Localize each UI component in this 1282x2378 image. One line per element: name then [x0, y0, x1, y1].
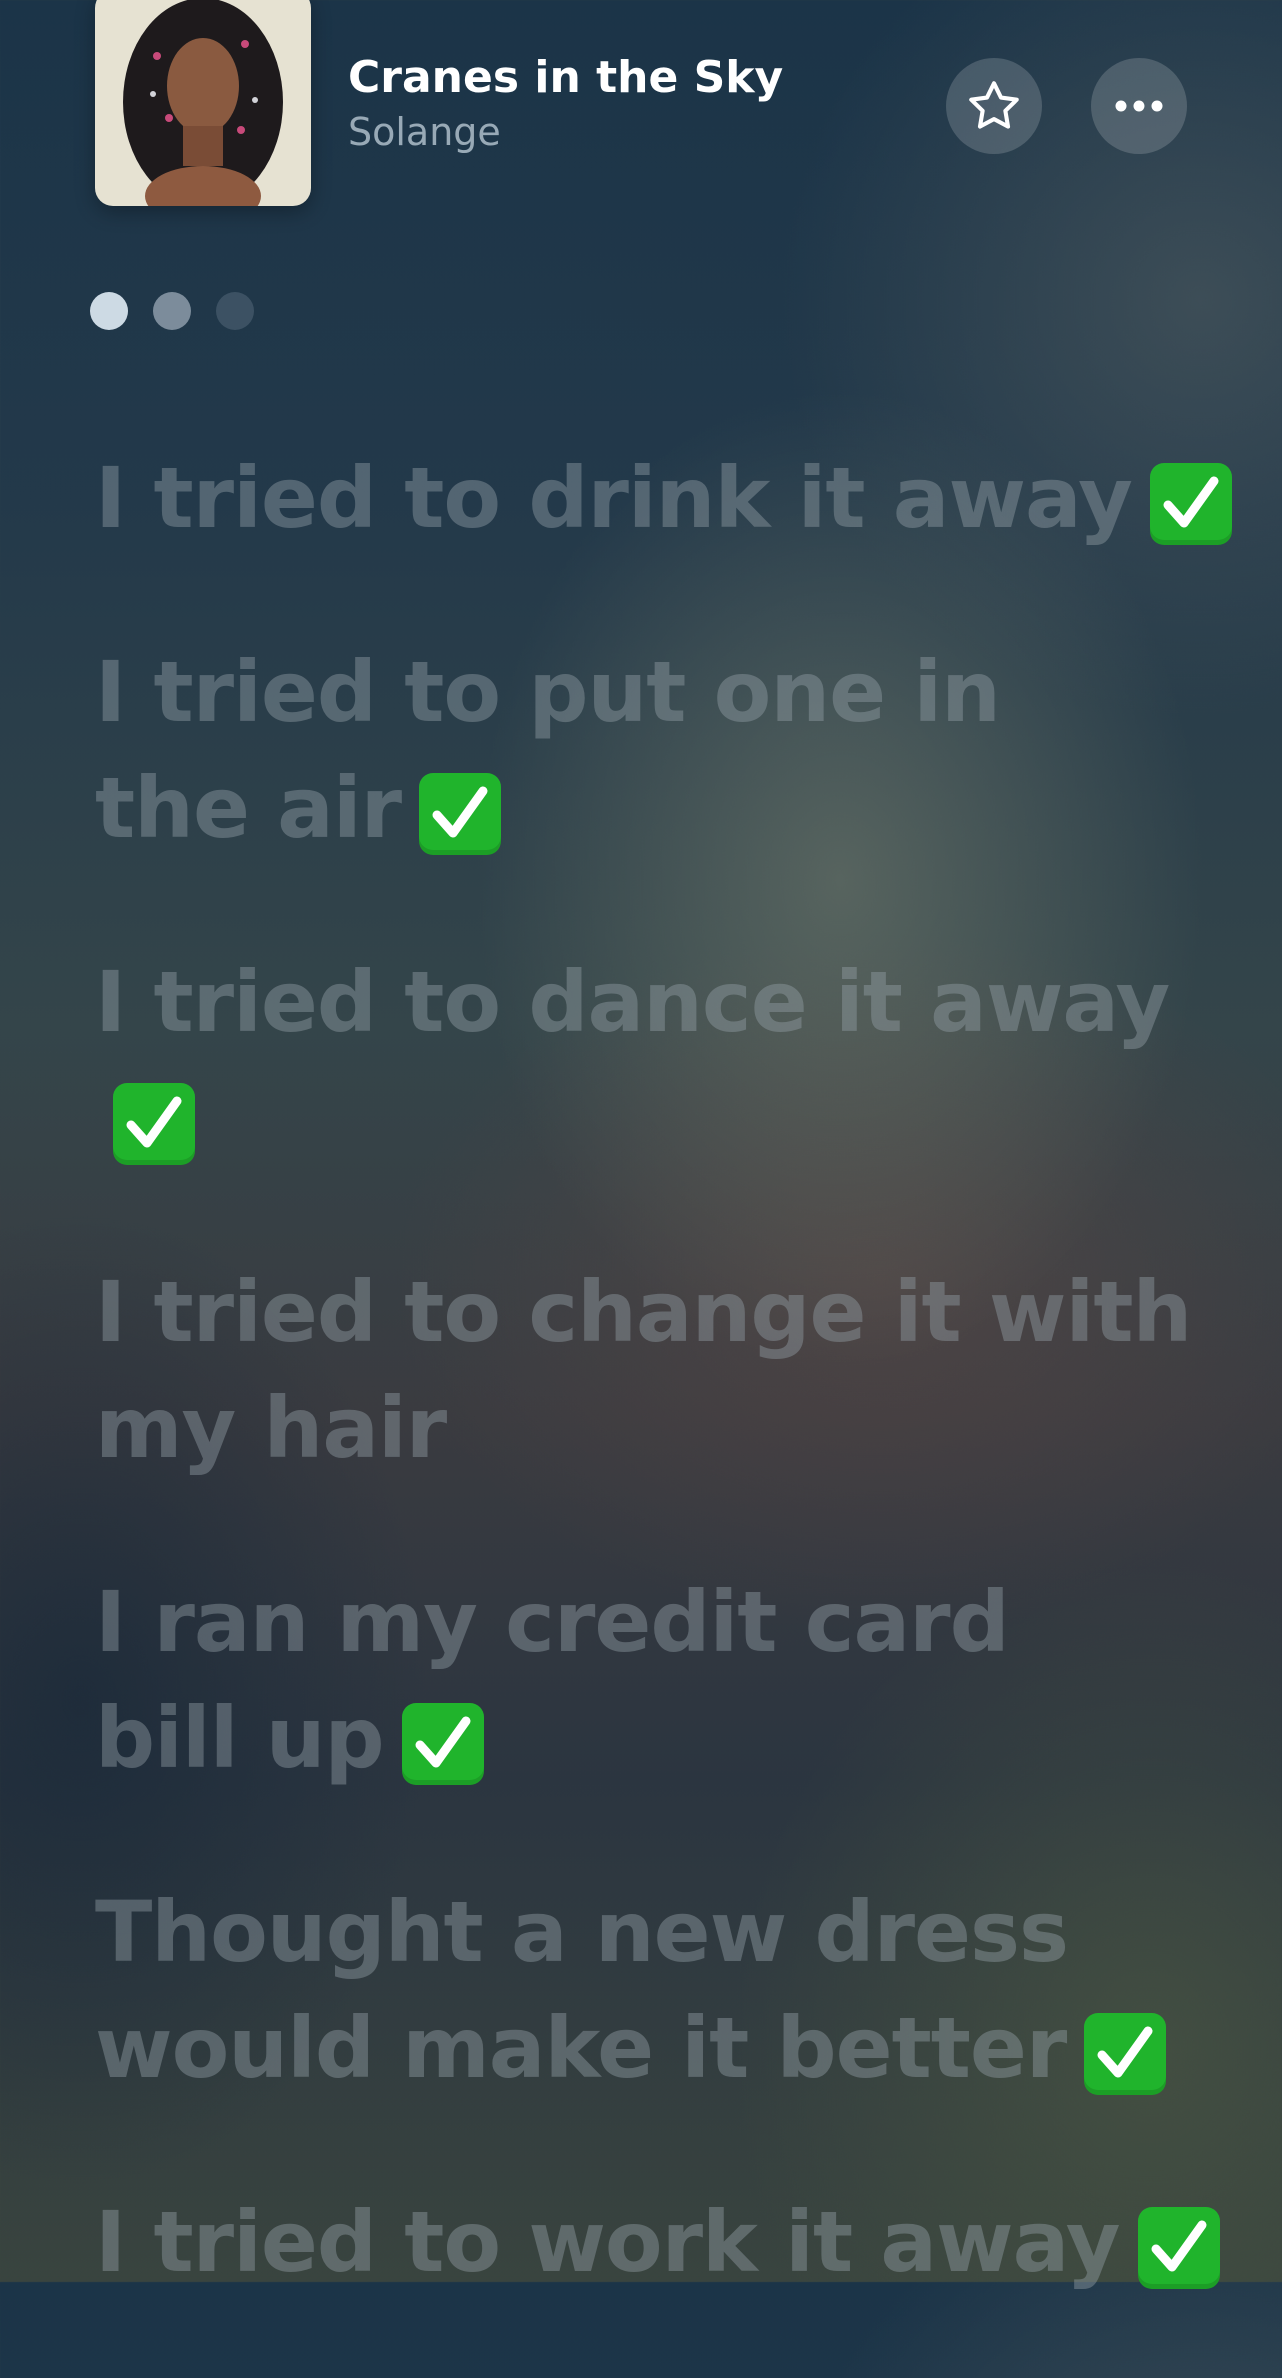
check-mark-icon: [1084, 2013, 1167, 2096]
lyrics-list: I tried to drink it away I tried to put o…: [95, 440, 1255, 2378]
check-mark-icon: [1137, 2207, 1220, 2290]
page-dot-active[interactable]: [90, 292, 128, 330]
check-mark-icon: [401, 1703, 484, 1786]
song-title[interactable]: Cranes in the Sky: [348, 52, 783, 103]
lyric-text: I tried to work it away: [95, 2193, 1120, 2291]
lyric-line[interactable]: I tried to dance it away: [95, 944, 1255, 1176]
lyric-text: Thought a new dress would make it better: [95, 1883, 1069, 2097]
check-mark-icon: [419, 773, 502, 856]
page-dot[interactable]: [153, 292, 191, 330]
lyric-text: I tried to put one in the air: [95, 643, 1001, 857]
lyric-text: I tried to change it with my hair: [95, 1263, 1192, 1477]
lyric-text: I ran my credit card bill up: [95, 1573, 1010, 1787]
lyric-line[interactable]: I tried to change it with my hair: [95, 1254, 1255, 1486]
favorite-button[interactable]: [946, 58, 1042, 154]
check-mark-icon: [1149, 463, 1232, 546]
lyric-line[interactable]: I tried to drink it away: [95, 440, 1255, 556]
now-playing-header: Cranes in the Sky Solange: [0, 0, 1282, 210]
lyric-text: I tried to drink it away: [95, 449, 1133, 547]
ellipsis-icon: [1115, 100, 1163, 112]
album-cover-art: [95, 0, 311, 206]
album-cover[interactable]: [95, 0, 311, 206]
lyric-line[interactable]: I tried to work it away: [95, 2184, 1255, 2300]
lyric-text: I tried to dance it away: [95, 953, 1170, 1051]
star-outline-icon: [969, 81, 1019, 129]
artist-name[interactable]: Solange: [348, 110, 501, 154]
lyric-line[interactable]: I ran my credit card bill up: [95, 1564, 1255, 1796]
check-mark-icon: [113, 1083, 195, 1166]
lyric-line[interactable]: Thought a new dress would make it better: [95, 1874, 1255, 2106]
page-dot[interactable]: [216, 292, 254, 330]
lyric-line[interactable]: I tried to put one in the air: [95, 634, 1255, 866]
more-options-button[interactable]: [1091, 58, 1187, 154]
